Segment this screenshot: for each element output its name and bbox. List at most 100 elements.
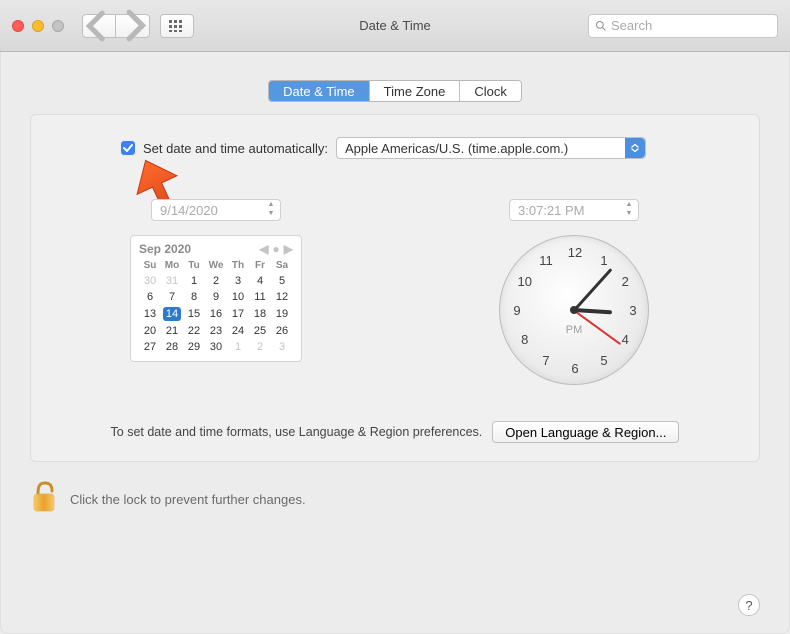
clock-numeral: 1	[594, 253, 614, 268]
calendar-day[interactable]: 23	[205, 323, 227, 339]
lock-text: Click the lock to prevent further change…	[70, 492, 306, 507]
calendar-day[interactable]: 18	[249, 305, 271, 323]
show-all-preferences-button[interactable]	[160, 14, 194, 38]
calendar-prev-button[interactable]: ◀	[259, 242, 268, 256]
calendar-day[interactable]: 30	[139, 273, 161, 289]
lock-row: Click the lock to prevent further change…	[30, 480, 790, 519]
time-column: 3:07:21 PM ▲▼ PM 123456789101112	[415, 199, 733, 385]
calendar-dow: Su	[139, 258, 161, 273]
chevron-updown-icon	[625, 138, 645, 158]
time-server-value: Apple Americas/U.S. (time.apple.com.)	[345, 141, 568, 156]
calendar-day[interactable]: 24	[227, 323, 249, 339]
time-field-value: 3:07:21 PM	[518, 203, 585, 218]
calendar-grid: SuMoTuWeThFrSa 3031123456789101112131415…	[139, 258, 293, 355]
window-controls	[12, 20, 64, 32]
unlock-icon[interactable]	[30, 480, 58, 519]
back-button[interactable]	[82, 14, 116, 38]
calendar-dow: We	[205, 258, 227, 273]
clock-minute-hand	[573, 268, 612, 311]
calendar-day[interactable]: 15	[183, 305, 205, 323]
clock-numeral: 4	[615, 332, 635, 347]
date-field-value: 9/14/2020	[160, 203, 218, 218]
clock-numeral: 12	[565, 245, 585, 260]
search-placeholder: Search	[611, 18, 652, 33]
tab-time-zone[interactable]: Time Zone	[370, 81, 461, 101]
calendar-next-button[interactable]: ▶	[284, 242, 293, 256]
calendar-day[interactable]: 16	[205, 305, 227, 323]
calendar-day[interactable]: 8	[183, 289, 205, 305]
minimize-window-button[interactable]	[32, 20, 44, 32]
date-field[interactable]: 9/14/2020 ▲▼	[151, 199, 281, 221]
calendar-day[interactable]: 3	[227, 273, 249, 289]
forward-button[interactable]	[116, 14, 150, 38]
calendar-day[interactable]: 10	[227, 289, 249, 305]
calendar-day[interactable]: 30	[205, 339, 227, 355]
time-stepper[interactable]: ▲▼	[622, 201, 636, 219]
date-stepper[interactable]: ▲▼	[264, 201, 278, 219]
calendar-today-button[interactable]: ●	[273, 242, 280, 256]
calendar-day[interactable]: 4	[249, 273, 271, 289]
calendar-day[interactable]: 31	[161, 273, 183, 289]
zoom-window-button[interactable]	[52, 20, 64, 32]
footer-text: To set date and time formats, use Langua…	[111, 425, 483, 439]
calendar-day[interactable]: 13	[139, 305, 161, 323]
calendar-day[interactable]: 22	[183, 323, 205, 339]
tabs: Date & Time Time Zone Clock	[0, 80, 790, 102]
tab-clock[interactable]: Clock	[460, 81, 521, 101]
segmented-control: Date & Time Time Zone Clock	[268, 80, 522, 102]
clock-numeral: 7	[536, 353, 556, 368]
calendar-day[interactable]: 19	[271, 305, 293, 323]
clock-numeral: 5	[594, 353, 614, 368]
panel-footer: To set date and time formats, use Langua…	[57, 421, 733, 443]
calendar-day[interactable]: 25	[249, 323, 271, 339]
clock-numeral: 10	[515, 274, 535, 289]
calendar-day[interactable]: 11	[249, 289, 271, 305]
calendar-day[interactable]: 27	[139, 339, 161, 355]
titlebar: Date & Time Search	[0, 0, 790, 52]
calendar-day[interactable]: 28	[161, 339, 183, 355]
open-language-region-button[interactable]: Open Language & Region...	[492, 421, 679, 443]
clock-numeral: 8	[515, 332, 535, 347]
clock-center-pin	[570, 306, 578, 314]
calendar-day[interactable]: 1	[183, 273, 205, 289]
calendar-day[interactable]: 5	[271, 273, 293, 289]
search-icon	[595, 20, 607, 32]
calendar-day[interactable]: 9	[205, 289, 227, 305]
calendar-dow: Th	[227, 258, 249, 273]
clock-numeral: 9	[507, 303, 527, 318]
calendar-dow: Sa	[271, 258, 293, 273]
calendar-day[interactable]: 14	[161, 305, 183, 323]
close-window-button[interactable]	[12, 20, 24, 32]
search-field[interactable]: Search	[588, 14, 778, 38]
calendar-day[interactable]: 6	[139, 289, 161, 305]
calendar-day[interactable]: 2	[249, 339, 271, 355]
calendar-day[interactable]: 21	[161, 323, 183, 339]
time-field[interactable]: 3:07:21 PM ▲▼	[509, 199, 639, 221]
clock-numeral: 3	[623, 303, 643, 318]
help-button[interactable]: ?	[738, 594, 760, 616]
calendar-day[interactable]: 20	[139, 323, 161, 339]
calendar-day[interactable]: 2	[205, 273, 227, 289]
date-column: 9/14/2020 ▲▼ Sep 2020 ◀ ● ▶ SuMoTuWeThFr…	[57, 199, 375, 385]
time-server-dropdown[interactable]: Apple Americas/U.S. (time.apple.com.)	[336, 137, 646, 159]
calendar-day[interactable]: 26	[271, 323, 293, 339]
calendar-day[interactable]: 12	[271, 289, 293, 305]
analog-clock: PM 123456789101112	[499, 235, 649, 385]
calendar-day[interactable]: 29	[183, 339, 205, 355]
calendar-day[interactable]: 7	[161, 289, 183, 305]
calendar-day[interactable]: 17	[227, 305, 249, 323]
datetime-columns: 9/14/2020 ▲▼ Sep 2020 ◀ ● ▶ SuMoTuWeThFr…	[57, 199, 733, 385]
clock-numeral: 6	[565, 361, 585, 376]
preferences-window: Date & Time Search Date & Time Time Zone…	[0, 0, 790, 634]
calendar-dow: Mo	[161, 258, 183, 273]
nav-buttons	[82, 14, 150, 38]
calendar-day[interactable]: 3	[271, 339, 293, 355]
auto-datetime-label: Set date and time automatically:	[143, 141, 328, 156]
auto-datetime-checkbox[interactable]	[121, 141, 135, 155]
clock-numeral: 2	[615, 274, 635, 289]
calendar-dow: Fr	[249, 258, 271, 273]
auto-datetime-row: Set date and time automatically: Apple A…	[121, 137, 733, 159]
calendar: Sep 2020 ◀ ● ▶ SuMoTuWeThFrSa 3031123456…	[130, 235, 302, 362]
calendar-day[interactable]: 1	[227, 339, 249, 355]
tab-date-and-time[interactable]: Date & Time	[269, 81, 370, 101]
